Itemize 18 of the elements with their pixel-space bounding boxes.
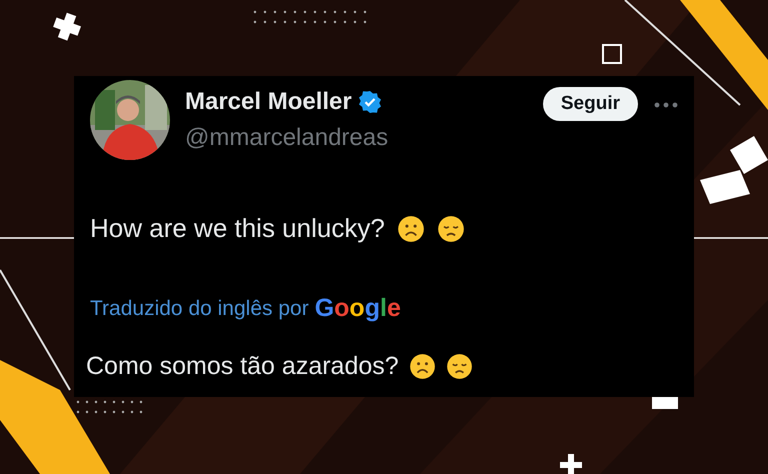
block-shape	[652, 397, 678, 409]
more-options-icon[interactable]	[654, 102, 678, 108]
translation-provider: Google	[314, 294, 401, 323]
author-name: Marcel Moeller	[185, 88, 352, 116]
dot-grid	[76, 400, 142, 414]
cross-shape	[560, 454, 582, 474]
disappointed-face-icon	[446, 353, 473, 380]
tweet-text: How are we this unlucky?	[90, 213, 385, 244]
frowning-face-icon	[396, 214, 425, 242]
disappointed-face-icon	[436, 214, 465, 242]
translated-text: Como somos tão azarados?	[86, 352, 399, 381]
square-outline	[602, 44, 622, 64]
author-handle: @mmarcelandreas	[185, 124, 388, 152]
follow-button[interactable]: Seguir	[542, 87, 638, 121]
cross-shape	[53, 12, 81, 41]
frowning-face-icon	[408, 353, 436, 380]
cross-shape	[700, 136, 768, 204]
translation-link[interactable]: Traduzido do inglês por	[90, 296, 309, 320]
